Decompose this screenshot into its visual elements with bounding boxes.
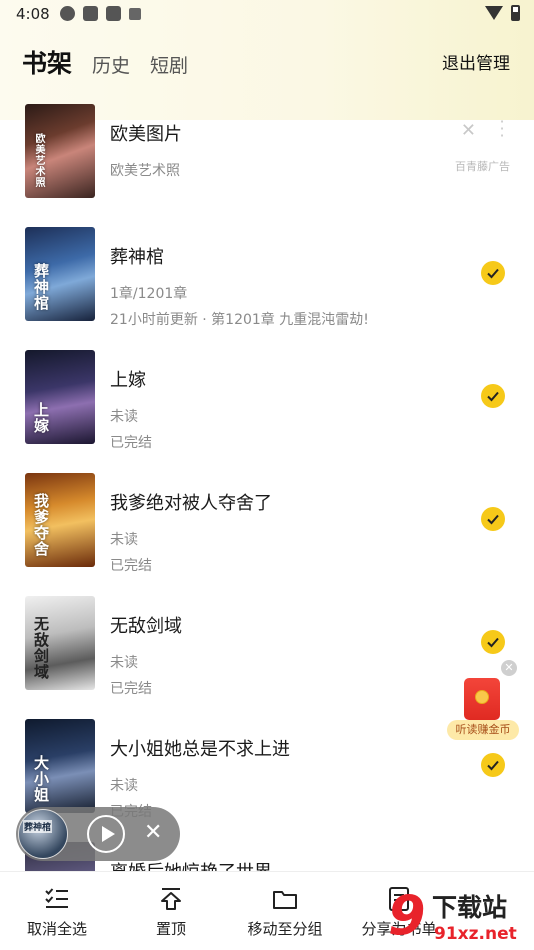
more-vertical-icon[interactable]: · · · [498,114,506,144]
book-status: 已完结 [110,435,152,451]
redpacket-label: 听读赚金币 [447,720,519,740]
tab-short-drama[interactable]: 短剧 [150,51,188,82]
status-time: 4:08 [16,5,50,23]
battery-icon [511,5,520,21]
coin-icon [475,690,489,704]
cover-text: 我爹夺舍 [32,493,50,557]
book-title: 无敌剑域 [110,616,182,637]
book-update: 21小时前更新 · 第1201章 九重混沌雷劫! [110,312,369,328]
play-icon[interactable] [87,815,125,853]
book-progress: 未读 [110,409,138,425]
book-row[interactable]: 葬神棺 葬神棺 1章/1201章 21小时前更新 · 第1201章 九重混沌雷劫… [0,225,534,348]
app-notification-icon [129,8,141,20]
book-progress: 未读 [110,532,138,548]
ad-subtitle: 欧美艺术照 [110,163,180,179]
checkmark-icon[interactable] [481,753,505,777]
book-cover: 大小姐 [25,719,95,813]
listen-earn-redpacket[interactable]: ✕ 听读赚金币 [447,660,519,744]
wifi-icon [485,6,503,20]
checkmark-icon[interactable] [481,630,505,654]
shelf-tabs: 书架 历史 短剧 [22,44,188,82]
player-cover-text: 葬神棺 [23,820,53,833]
book-progress: 1章/1201章 [110,286,188,302]
app-notification-icon [83,6,98,21]
cover-text: 上嫁 [32,402,50,434]
tab-bookshelf[interactable]: 书架 [22,44,72,82]
watermark-brand: 下载站 [432,893,508,922]
cover-text: 大小姐 [32,755,50,803]
tab-history[interactable]: 历史 [92,51,130,82]
book-progress: 未读 [110,778,138,794]
notification-icons [60,6,141,21]
book-row[interactable]: 上嫁 上嫁 未读 已完结 [0,348,534,471]
toolbar-label: 移动至分组 [247,920,323,938]
app-notification-icon [106,6,121,21]
status-bar: 4:08 [0,0,534,28]
book-cover: 我爹夺舍 [25,473,95,567]
checklist-icon [45,888,68,908]
exit-manage-button[interactable]: 退出管理 [442,49,510,74]
close-icon[interactable]: ✕ [144,820,162,845]
book-cover: 无敌剑域 [25,596,95,690]
book-title: 大小姐她总是不求上进 [110,739,290,760]
book-cover: 上嫁 [25,350,95,444]
deselect-all-button[interactable]: 取消全选 [0,872,114,950]
book-title: 上嫁 [110,370,146,391]
player-cover[interactable]: 葬神棺 [18,809,68,859]
book-progress: 未读 [110,655,138,671]
app-notification-icon [60,6,75,21]
toolbar-label: 取消全选 [26,920,87,938]
book-status: 已完结 [110,681,152,697]
book-row[interactable]: 我爹夺舍 我爹绝对被人夺舍了 未读 已完结 [0,471,534,594]
book-title: 我爹绝对被人夺舍了 [110,493,272,514]
cover-text: 无敌剑域 [32,616,50,680]
book-title: 葬神棺 [110,247,164,268]
pin-top-button[interactable]: 置顶 [114,872,228,950]
checkmark-icon[interactable] [481,384,505,408]
pin-top-icon [161,888,181,910]
redpacket-icon [464,678,500,720]
ad-cover: 欧美艺术照 [25,104,95,198]
close-icon[interactable]: ✕ [501,660,517,676]
ad-source-label: 百青藤广告 [455,160,510,173]
book-status: 已完结 [110,558,152,574]
toolbar-label: 置顶 [155,920,186,938]
folder-icon [273,891,297,909]
site-watermark: 9 下载站 91xz.net [388,886,534,950]
checkmark-icon[interactable] [481,261,505,285]
ad-title: 欧美图片 [110,124,182,145]
system-icons [485,5,520,21]
watermark-url: 91xz.net [434,924,517,944]
move-to-group-button[interactable]: 移动至分组 [228,872,342,950]
book-cover: 葬神棺 [25,227,95,321]
ad-row[interactable]: 欧美艺术照 欧美图片 欧美艺术照 ✕ · · · 百青藤广告 [0,102,534,225]
mini-audio-player[interactable]: 葬神棺 ✕ [16,807,180,861]
close-icon[interactable]: ✕ [461,120,476,141]
watermark-logo: 9 [388,884,426,947]
cover-text: 葬神棺 [32,263,50,311]
checkmark-icon[interactable] [481,507,505,531]
ad-cover-text: 欧美艺术照 [33,133,44,188]
